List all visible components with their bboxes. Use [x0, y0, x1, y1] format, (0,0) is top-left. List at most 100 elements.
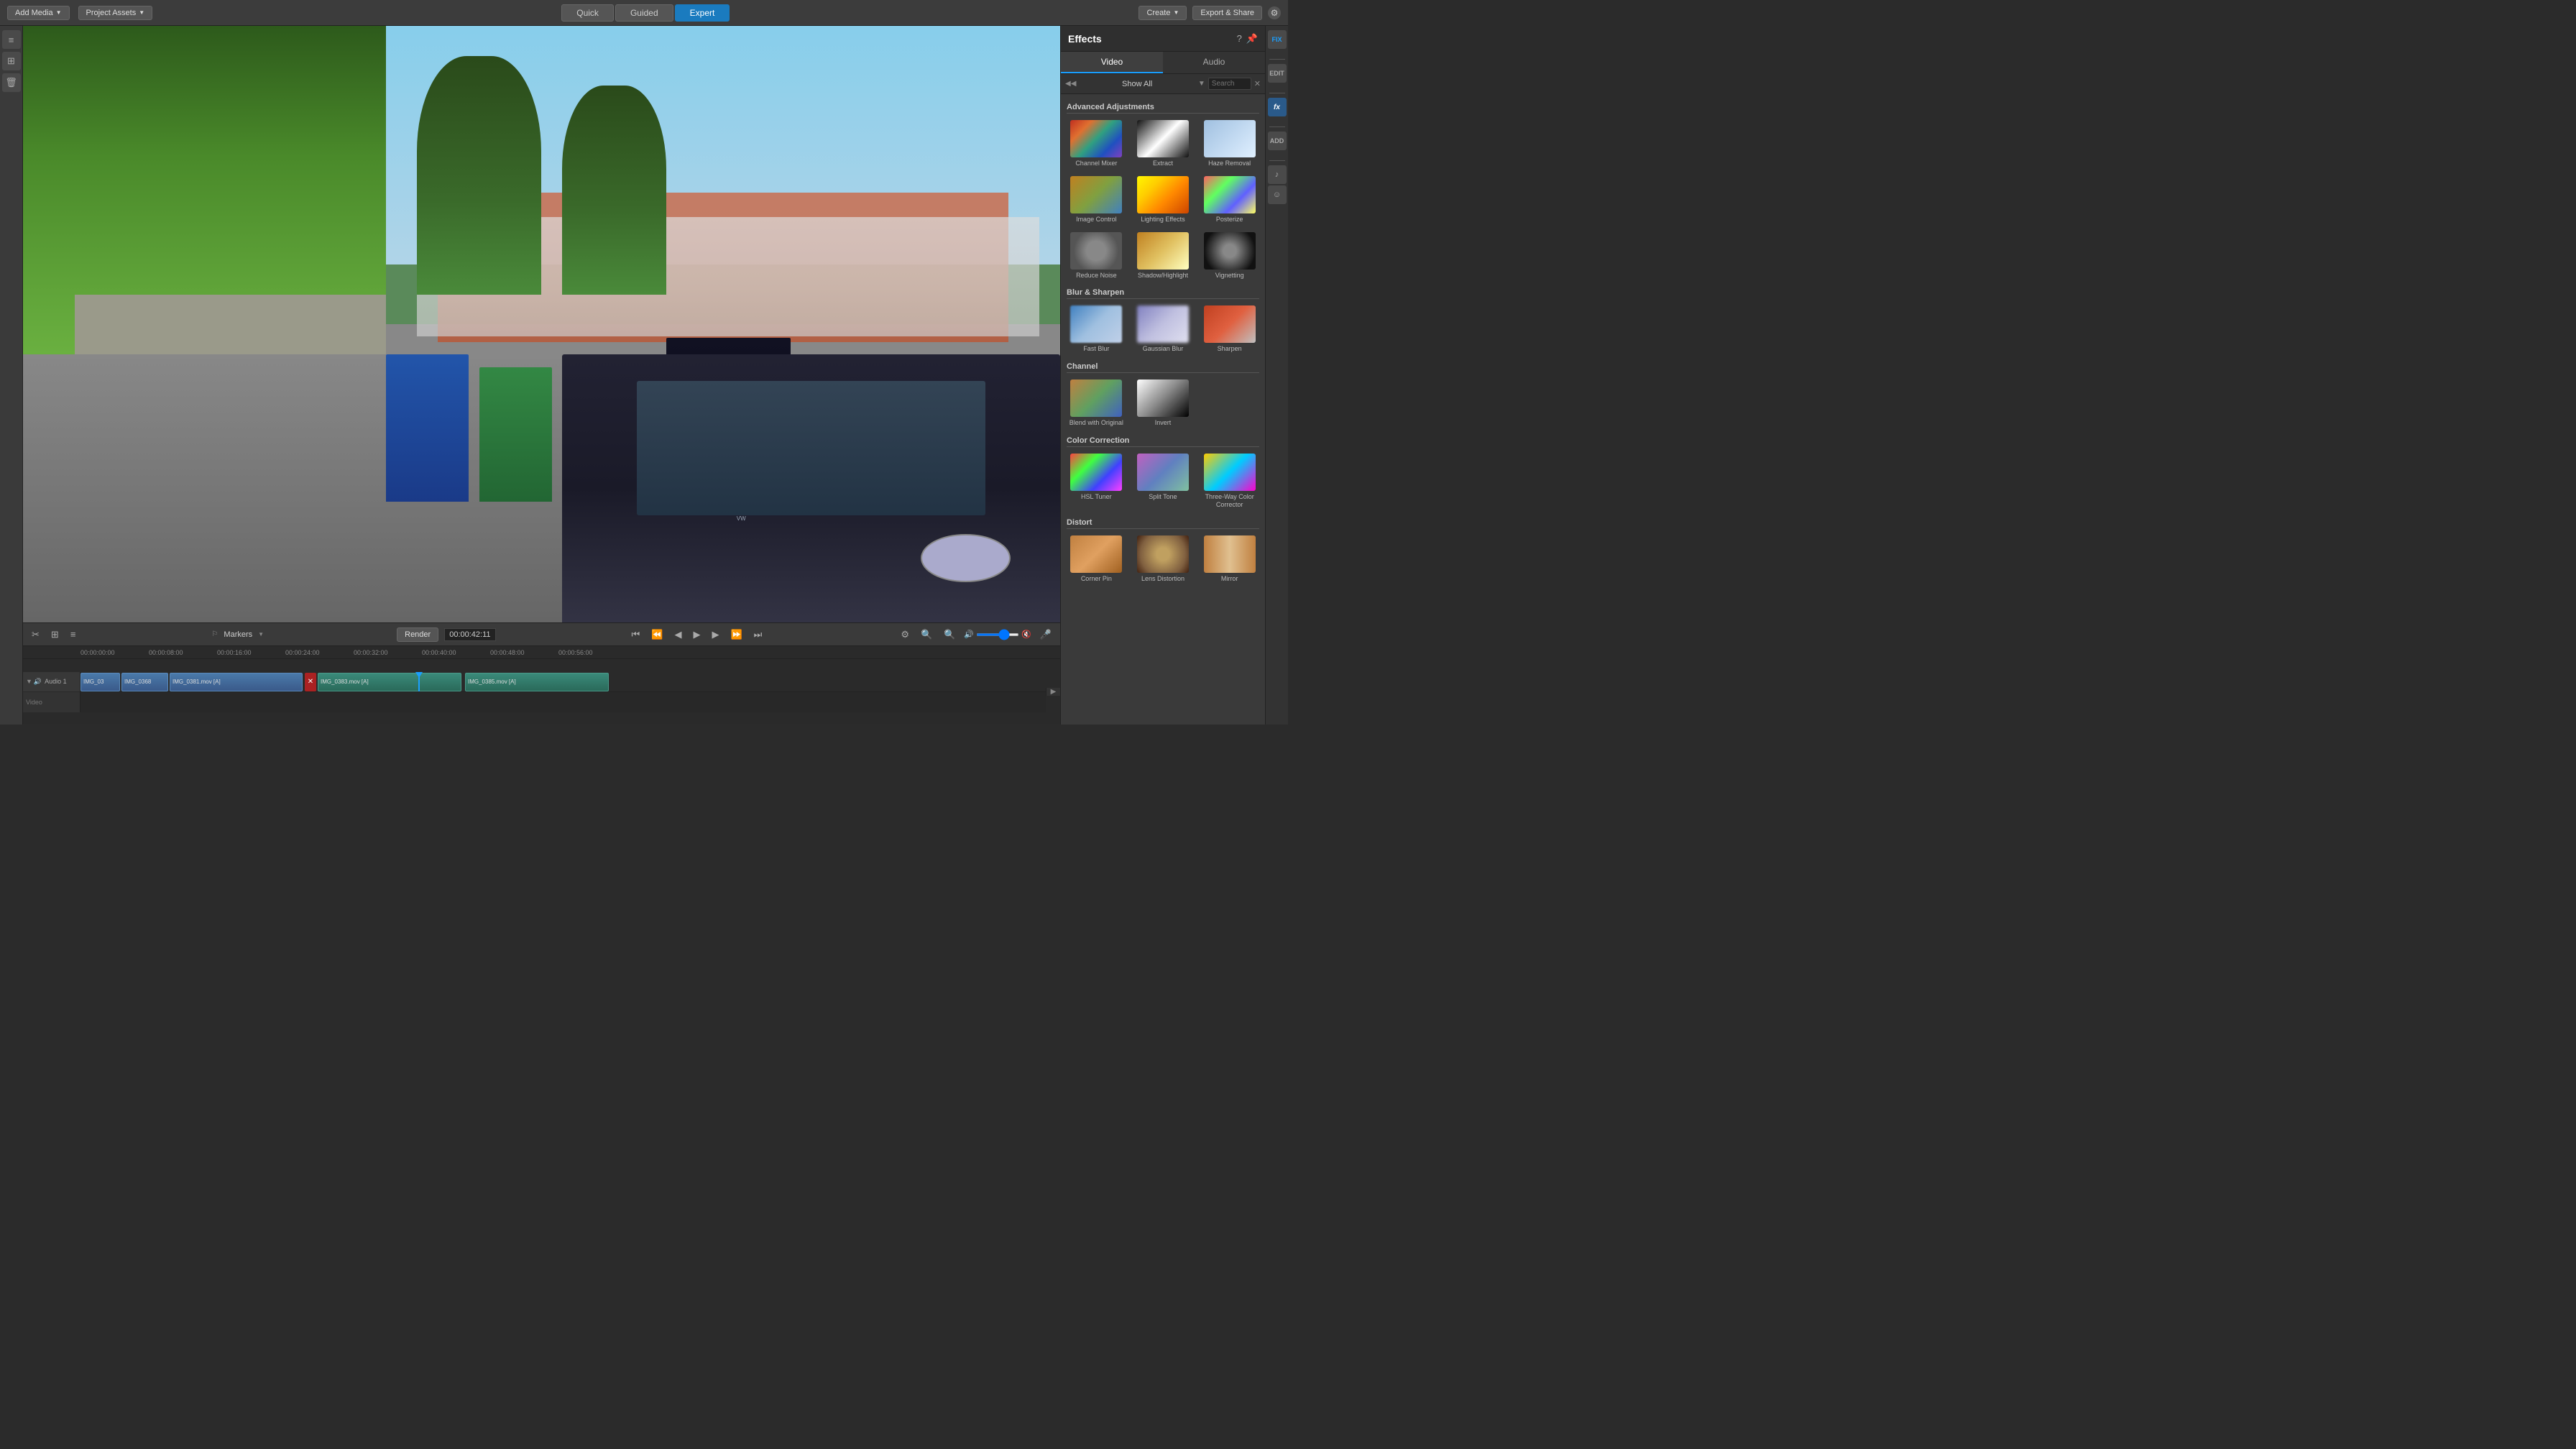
- effect-label-corner-pin: Corner Pin: [1081, 575, 1112, 583]
- effect-channel-mixer[interactable]: Channel Mixer: [1065, 118, 1128, 170]
- timeline-scroll-right[interactable]: ▶: [1046, 688, 1060, 696]
- fx-button[interactable]: fx: [1268, 98, 1287, 116]
- mode-quick-button[interactable]: Quick: [561, 4, 614, 22]
- clip-img0381[interactable]: IMG_0381.mov [A]: [170, 673, 303, 691]
- tools-icon[interactable]: ≡: [2, 30, 21, 49]
- add-button[interactable]: ADD: [1268, 132, 1287, 150]
- effect-lighting-effects[interactable]: Lighting Effects: [1132, 174, 1195, 226]
- go-to-start-button[interactable]: ⏮: [629, 627, 643, 642]
- delete-icon[interactable]: 🗑: [2, 73, 21, 92]
- timecode-display: 00:00:42:11: [444, 628, 495, 641]
- clip-img0385[interactable]: IMG_0385.mov [A]: [465, 673, 609, 691]
- section-title-blur: Blur & Sharpen: [1067, 288, 1259, 299]
- effect-sharpen[interactable]: Sharpen: [1198, 303, 1261, 355]
- effect-thumb-lighting: [1137, 176, 1189, 213]
- effect-corner-pin[interactable]: Corner Pin: [1065, 533, 1128, 585]
- clip-img0368[interactable]: IMG_0368: [121, 673, 168, 691]
- clip-img0381-label: IMG_0381.mov [A]: [170, 678, 223, 685]
- smart-trim-icon[interactable]: ✂: [29, 627, 42, 642]
- filter-dropdown-icon[interactable]: ▼: [1198, 80, 1205, 88]
- export-share-button[interactable]: Export & Share: [1192, 6, 1262, 20]
- effect-haze-removal[interactable]: Haze Removal: [1198, 118, 1261, 170]
- effect-extract[interactable]: Extract: [1132, 118, 1195, 170]
- volume-slider[interactable]: [976, 633, 1019, 636]
- effect-shadow-highlight[interactable]: Shadow/Highlight: [1132, 230, 1195, 282]
- effect-posterize[interactable]: Posterize: [1198, 174, 1261, 226]
- filter-close-icon[interactable]: ✕: [1254, 79, 1261, 88]
- effects-search-input[interactable]: [1208, 78, 1251, 90]
- properties-icon[interactable]: ≡: [68, 627, 79, 641]
- top-right-actions: Create ▼ Export & Share ⚙: [1138, 6, 1281, 20]
- clip-img0383[interactable]: IMG_0383.mov [A]: [318, 673, 461, 691]
- create-button[interactable]: Create ▼: [1138, 6, 1187, 20]
- crop-icon[interactable]: ⊞: [2, 52, 21, 70]
- layout-icon[interactable]: ⊞: [48, 627, 62, 642]
- effect-thumb-extract: [1137, 120, 1189, 157]
- effect-label-fast-blur: Fast Blur: [1083, 345, 1109, 353]
- effect-vignetting[interactable]: Vignetting: [1198, 230, 1261, 282]
- add-media-button[interactable]: Add Media ▼: [7, 6, 70, 20]
- emoji-icon[interactable]: ☺: [1268, 185, 1287, 204]
- track-label: Audio 1: [45, 678, 67, 685]
- tab-video[interactable]: Video: [1061, 52, 1163, 73]
- effect-thumb-reduce-noise: [1070, 232, 1122, 270]
- show-all-label[interactable]: Show All: [1079, 80, 1195, 88]
- time-label-3: 00:00:24:00: [285, 649, 320, 656]
- effect-hsl-tuner[interactable]: HSL Tuner: [1065, 451, 1128, 511]
- delete-marker: ✕: [305, 673, 316, 691]
- effect-split-tone[interactable]: Split Tone: [1132, 451, 1195, 511]
- effect-thumb-vignetting: [1204, 232, 1256, 270]
- channel-grid: Blend with Original Invert: [1065, 377, 1261, 429]
- effect-image-control[interactable]: Image Control: [1065, 174, 1128, 226]
- effect-reduce-noise[interactable]: Reduce Noise: [1065, 230, 1128, 282]
- effect-fast-blur[interactable]: Fast Blur: [1065, 303, 1128, 355]
- edit-button[interactable]: EDIT: [1268, 64, 1287, 83]
- export-share-label: Export & Share: [1200, 9, 1254, 17]
- play-pause-button[interactable]: ▶: [690, 627, 703, 642]
- tab-audio[interactable]: Audio: [1163, 52, 1265, 73]
- effect-gaussian-blur[interactable]: Gaussian Blur: [1132, 303, 1195, 355]
- rt-section-edit: EDIT: [1268, 64, 1287, 83]
- settings-icon[interactable]: ⚙: [1268, 6, 1281, 19]
- panel-help-button[interactable]: ?: [1237, 33, 1242, 45]
- next-frame-button[interactable]: ▶: [709, 627, 722, 642]
- project-assets-button[interactable]: Project Assets ▼: [78, 6, 153, 20]
- effect-thumb-sharpen: [1204, 305, 1256, 343]
- narration-icon[interactable]: 🎤: [1037, 627, 1054, 642]
- zoom-in-icon[interactable]: 🔍: [918, 627, 935, 642]
- effect-thumb-gaussian-blur: [1137, 305, 1189, 343]
- effect-label-vignetting: Vignetting: [1215, 272, 1244, 280]
- effect-blend-original[interactable]: Blend with Original: [1065, 377, 1128, 429]
- effect-mirror[interactable]: Mirror: [1198, 533, 1261, 585]
- effect-three-way-color[interactable]: Three-Way Color Corrector: [1198, 451, 1261, 511]
- step-forward-button[interactable]: ⏩: [727, 627, 745, 642]
- effect-thumb-split-tone: [1137, 454, 1189, 491]
- clip-img03[interactable]: IMG_03: [80, 673, 120, 691]
- markers-arrow-icon: ▼: [258, 631, 264, 638]
- go-to-end-button[interactable]: ⏭: [751, 627, 765, 642]
- effects-panel-title: Effects: [1068, 33, 1102, 45]
- track-mute-icon[interactable]: 🔊: [34, 678, 42, 686]
- settings-icon-timeline[interactable]: ⚙: [898, 627, 912, 642]
- step-back-button[interactable]: ⏪: [648, 627, 666, 642]
- effect-invert[interactable]: Invert: [1132, 377, 1195, 429]
- scene-road: VW: [23, 354, 1060, 623]
- effect-label-invert: Invert: [1155, 419, 1172, 427]
- prev-frame-button[interactable]: ◀: [671, 627, 684, 642]
- render-button[interactable]: Render: [397, 627, 438, 642]
- mode-guided-button[interactable]: Guided: [615, 4, 673, 22]
- effects-panel-header: Effects ? 📌: [1061, 26, 1265, 52]
- filter-back-icon[interactable]: ◀◀: [1065, 80, 1076, 88]
- effect-label-lens-distortion: Lens Distortion: [1141, 575, 1184, 583]
- time-label-5: 00:00:40:00: [422, 649, 456, 656]
- fix-button[interactable]: FIX: [1268, 30, 1287, 49]
- effect-lens-distortion[interactable]: Lens Distortion: [1132, 533, 1195, 585]
- zoom-out-icon[interactable]: 🔍: [941, 627, 958, 642]
- mode-expert-button[interactable]: Expert: [675, 4, 730, 22]
- effect-thumb-posterize: [1204, 176, 1256, 213]
- track-collapse-icon: ▼: [26, 678, 32, 685]
- music-icon[interactable]: ♪: [1268, 165, 1287, 184]
- add-label: ADD: [1270, 137, 1284, 144]
- scroll-right-icon: ▶: [1051, 688, 1057, 696]
- panel-pin-button[interactable]: 📌: [1246, 33, 1258, 45]
